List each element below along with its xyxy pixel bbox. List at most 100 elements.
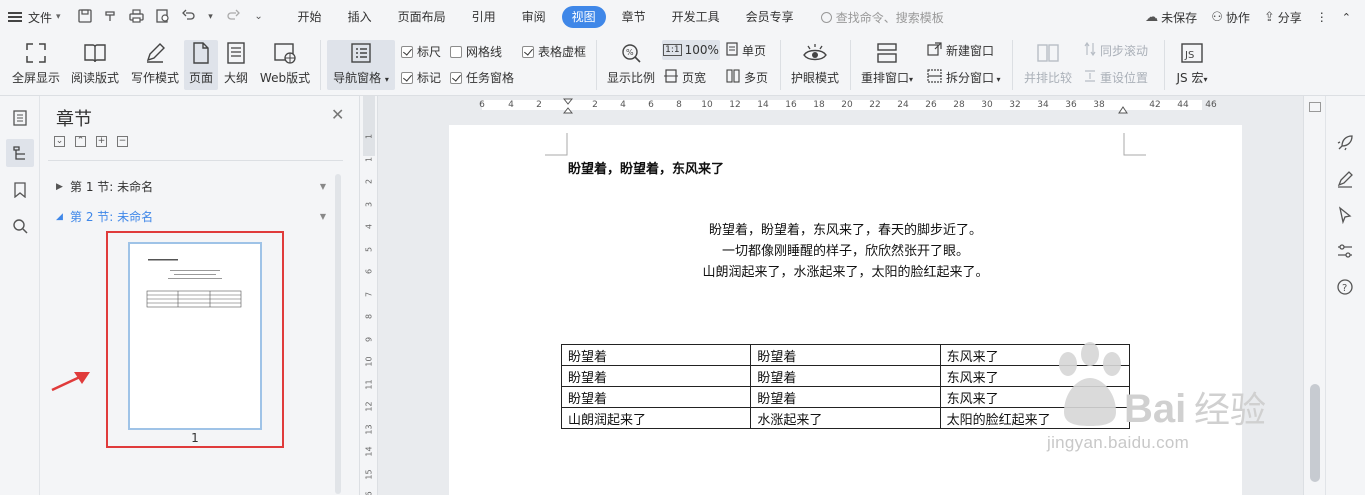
command-search[interactable]: 查找命令、搜索模板 [820, 9, 944, 26]
single-page-button[interactable]: 单页 [726, 42, 766, 59]
split-window-button[interactable]: 拆分窗口 ▾ [927, 69, 1001, 86]
more-options-icon[interactable]: ⋮ [1316, 10, 1328, 24]
fullscreen-button[interactable]: 全屏显示 [10, 40, 62, 86]
table-cell[interactable]: 盼望着 [750, 365, 941, 387]
collapse-up-icon[interactable]: ⌃ [75, 136, 86, 147]
poem-line-3: 山朗润起来了，水涨起来了，太阳的脸红起来了。 [702, 265, 989, 280]
save-icon[interactable] [77, 9, 93, 25]
tab-references[interactable]: 引用 [459, 6, 509, 28]
tab-developer[interactable]: 开发工具 [659, 6, 733, 28]
page-thumbnail[interactable] [128, 242, 262, 430]
pen-icon[interactable] [1334, 168, 1356, 190]
poem-line-1: 盼望着，盼望着，东风来了，春天的脚步近了。 [708, 223, 982, 238]
vertical-ruler[interactable]: 112345678910111213141516 [360, 96, 378, 495]
section-item-1[interactable]: ▶ 第 1 节: 未命名 ▼ [56, 178, 326, 195]
ruler-tick-label: 32 [1009, 100, 1021, 110]
rocket-icon[interactable] [1334, 132, 1356, 154]
split-window-icon [927, 69, 942, 86]
tab-insert[interactable]: 插入 [335, 6, 385, 28]
chapter-nav-icon[interactable] [6, 139, 34, 167]
command-search-placeholder: 查找命令、搜索模板 [835, 10, 944, 25]
format-painter-icon[interactable] [103, 9, 119, 25]
ruler-checkbox[interactable]: 标尺 [401, 43, 441, 60]
tab-home[interactable]: 开始 [285, 6, 335, 28]
table-cell[interactable]: 盼望着 [750, 344, 941, 366]
document-table[interactable]: 盼望着 盼望着 东风来了 盼望着 盼望着 东风来了 盼望着 盼望着 东风来了 山… [560, 344, 1131, 429]
tab-member[interactable]: 会员专享 [733, 6, 807, 28]
outline-view-button[interactable]: 大纲 [220, 40, 252, 86]
nav-pane-button[interactable]: 导航窗格 ▾ [327, 40, 395, 90]
table-cell[interactable]: 山朗润起来了 [560, 407, 752, 429]
task-pane-checkbox[interactable]: 任务窗格 [450, 69, 514, 86]
file-menu[interactable]: 文件 ▾ [0, 0, 61, 34]
table-cell[interactable]: 水涨起来了 [750, 407, 941, 429]
print-icon[interactable] [129, 9, 145, 25]
collapse-ribbon-icon[interactable]: ⌃ [1342, 11, 1351, 24]
scroll-top-icon[interactable] [1309, 102, 1321, 112]
web-layout-button[interactable]: Web版式 [258, 40, 312, 86]
side-by-side-label: 并排比较 [1023, 71, 1072, 85]
table-cell[interactable]: 盼望着 [560, 365, 752, 387]
help-icon[interactable]: ? [1334, 276, 1356, 298]
expand-all-icon[interactable]: + [96, 136, 107, 147]
indent-marker-icon[interactable] [563, 98, 573, 114]
chevron-down-icon[interactable]: ▼ [320, 212, 326, 221]
document-scrollbar[interactable] [1303, 96, 1325, 495]
horizontal-ruler[interactable]: 6 4 2 2 4 6 8 10 12 14 16 18 20 22 24 26 28 30 32 34 36 38 42 4… [378, 96, 1303, 114]
settings-sliders-icon[interactable] [1334, 240, 1356, 262]
eye-mode-button[interactable]: 护眼模式 [788, 40, 842, 86]
tab-review[interactable]: 审阅 [509, 6, 559, 28]
document-outline-icon[interactable] [6, 104, 34, 132]
fullscreen-icon [25, 40, 47, 66]
page-number: 1 [191, 431, 199, 445]
sync-scroll-button[interactable]: 同步滚动 [1084, 41, 1148, 59]
scrollbar-thumb[interactable] [1310, 384, 1320, 482]
collaborate-button[interactable]: ⚇ 协作 [1211, 9, 1250, 26]
ruler-tick-label: 13 [364, 423, 374, 435]
redo-icon[interactable] [225, 9, 241, 25]
reset-position-button[interactable]: 重设位置 [1084, 69, 1148, 86]
web-icon [273, 40, 297, 66]
tab-page-layout[interactable]: 页面布局 [385, 6, 459, 28]
marks-checkbox[interactable]: 标记 [401, 69, 441, 86]
more-dropdown-icon[interactable]: ⌄ [251, 9, 267, 25]
side-by-side-button[interactable]: 并排比较 [1020, 40, 1076, 86]
rearrange-windows-button[interactable]: 重排窗口▾ [856, 40, 918, 86]
ruler-tick-label: 16 [785, 100, 797, 110]
js-macro-button[interactable]: JS JS 宏▾ [1170, 40, 1214, 86]
right-indent-marker-icon[interactable] [1118, 104, 1128, 114]
multi-page-label: 多页 [744, 71, 769, 85]
table-gridlines-checkbox[interactable]: 表格虚框 [522, 43, 586, 60]
table-cell[interactable]: 盼望着 [560, 386, 752, 408]
multi-page-button[interactable]: 多页 [726, 69, 768, 86]
writing-mode-button[interactable]: 写作模式 [128, 40, 182, 86]
undo-dropdown-icon[interactable]: ▾ [207, 9, 215, 25]
table-cell[interactable]: 盼望着 [560, 344, 752, 366]
cursor-icon[interactable] [1334, 204, 1356, 226]
collapse-all-icon[interactable]: − [117, 136, 128, 147]
expand-down-icon[interactable]: ⌄ [54, 136, 65, 147]
zoom-100-button[interactable]: 1:1 100% [662, 40, 720, 60]
tab-chapter[interactable]: 章节 [609, 6, 659, 28]
gridlines-checkbox[interactable]: 网格线 [450, 43, 502, 60]
reading-mode-label: 阅读版式 [70, 71, 119, 85]
share-button[interactable]: ⇪ 分享 [1264, 9, 1302, 26]
new-window-button[interactable]: 新建窗口 [927, 42, 994, 59]
page-view-button[interactable]: 页面 [184, 40, 218, 90]
page-width-button[interactable]: 页宽 [664, 69, 706, 86]
svg-text:Bai: Bai [1124, 387, 1186, 431]
search-icon[interactable] [6, 212, 34, 240]
chevron-down-icon[interactable]: ▼ [320, 182, 326, 191]
rearrange-icon [876, 40, 898, 66]
tab-view[interactable]: 视图 [561, 6, 606, 28]
reading-mode-button[interactable]: 阅读版式 [68, 40, 122, 86]
table-cell[interactable]: 盼望着 [750, 386, 941, 408]
zoom-button[interactable]: % 显示比例 [604, 40, 658, 86]
bookmark-icon[interactable] [6, 176, 34, 204]
close-icon[interactable]: ✕ [331, 105, 344, 124]
section-item-2[interactable]: ◢ 第 2 节: 未命名 ▼ [56, 208, 326, 225]
chapter-scrollbar[interactable] [335, 174, 341, 494]
cloud-save-status[interactable]: ☁ 未保存 [1145, 9, 1197, 26]
undo-icon[interactable] [181, 9, 197, 25]
print-preview-icon[interactable] [155, 9, 171, 25]
